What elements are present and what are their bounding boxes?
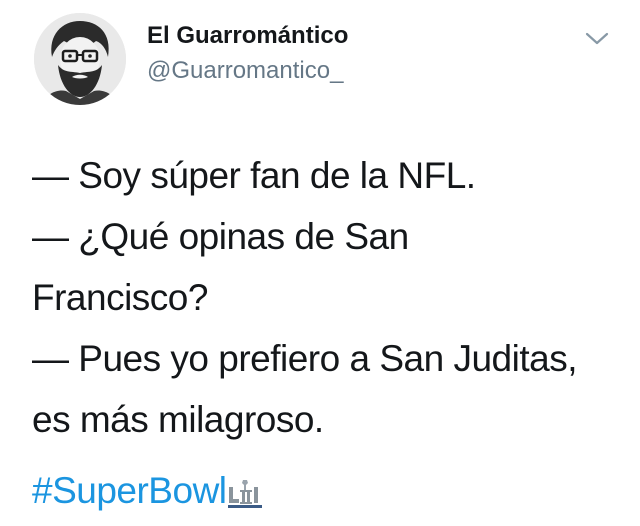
tweet-card: El Guarromántico @Guarromantico_ — Soy s… [0,0,640,526]
chevron-down-icon[interactable] [582,26,612,50]
tweet-line: — ¿Qué opinas de San [32,216,409,257]
hashtag-link[interactable]: #SuperBowl [32,461,227,521]
tweet-line: — Pues yo prefiero a San Juditas, [32,338,577,379]
tweet-line: es más milagroso. [32,399,324,440]
tweet-text: — Soy súper fan de la NFL. — ¿Qué opinas… [32,145,622,450]
tweet-line: — Soy súper fan de la NFL. [32,155,476,196]
avatar-illustration [34,13,126,105]
tweet-line: Francisco? [32,277,208,318]
hashtag-row: #SuperBowl [32,461,262,521]
super-bowl-trophy-icon [227,479,262,509]
avatar[interactable] [34,13,126,105]
author-handle[interactable]: @Guarromantico_ [147,55,343,87]
author-display-name[interactable]: El Guarromántico [147,20,348,52]
